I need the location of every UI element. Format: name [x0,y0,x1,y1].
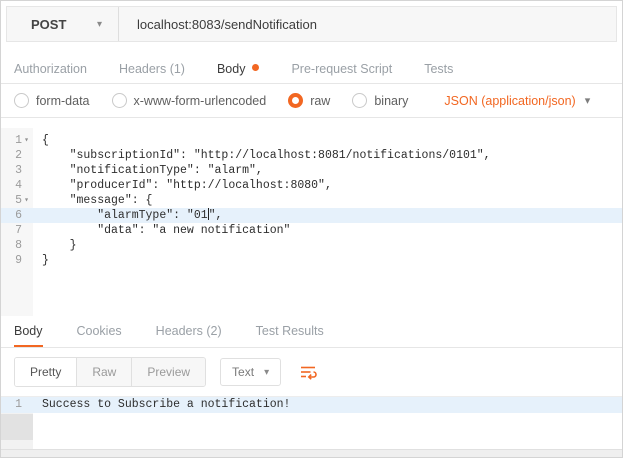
response-tabs: Body Cookies Headers (2) Test Results [1,316,622,348]
url-input[interactable]: localhost:8083/sendNotification [119,7,616,41]
method-label: POST [31,17,66,32]
line-number: 8 [15,238,22,253]
code-line[interactable]: 3 "notificationType": "alarm", [1,163,622,178]
response-body-viewer[interactable]: 1 Success to Subscribe a notification! [1,396,622,449]
view-mode-segment: Pretty Raw Preview [14,357,206,387]
request-tabs: Authorization Headers (1) Body Pre-reque… [1,54,622,84]
line-number: 4 [15,178,22,193]
response-line: 1 Success to Subscribe a notification! [1,397,622,413]
code-line[interactable]: 8 } [1,238,622,253]
code-text: "notificationType": "alarm", [33,163,263,178]
request-body-editor[interactable]: 1▾ { 2 "subscriptionId": "http://localho… [1,128,622,316]
code-line[interactable]: 4 "producerId": "http://localhost:8080", [1,178,622,193]
preview-button[interactable]: Preview [132,358,205,386]
tab-test-results[interactable]: Test Results [256,316,324,347]
body-tab-dot [252,64,259,71]
line-number: 6 [15,208,22,223]
chevron-down-icon: ▾ [97,19,102,30]
wrap-text-icon [299,363,317,381]
code-line[interactable]: 7 "data": "a new notification" [1,223,622,238]
radio-form-data[interactable]: form-data [14,93,90,108]
code-text: } [33,238,77,253]
code-text: "producerId": "http://localhost:8080", [33,178,332,193]
code-line[interactable]: 5▾ "message": { [1,193,622,208]
fold-caret-icon[interactable]: ▾ [22,133,31,148]
radio-raw[interactable]: raw [288,93,330,108]
chevron-down-icon: ▾ [264,367,269,378]
radio-selected-icon [288,93,303,108]
line-number: 1 [15,133,22,148]
response-text: Success to Subscribe a notification! [33,397,290,413]
method-select[interactable]: POST ▾ [7,7,119,41]
tab-tests[interactable]: Tests [424,62,453,76]
code-text: "message": { [33,193,152,208]
chevron-down-icon: ▾ [585,94,591,107]
radio-x-www-form-urlencoded[interactable]: x-www-form-urlencoded [112,93,267,108]
code-line[interactable]: 1▾ { [1,133,622,148]
tab-response-body[interactable]: Body [14,316,43,347]
app-window: POST ▾ localhost:8083/sendNotification A… [0,0,623,458]
raw-button[interactable]: Raw [77,358,132,386]
radio-icon [352,93,367,108]
code-text: "alarmType": "01", [33,208,222,223]
line-number: 5 [15,193,22,208]
request-url-bar: POST ▾ localhost:8083/sendNotification [6,6,617,42]
pretty-button[interactable]: Pretty [15,358,77,386]
line-number: 2 [15,148,22,163]
format-select[interactable]: Text ▾ [220,358,281,386]
code-text: "subscriptionId": "http://localhost:8081… [33,148,491,163]
code-text: { [33,133,49,148]
fold-caret-icon[interactable]: ▾ [22,193,31,208]
tab-headers[interactable]: Headers (1) [119,62,185,76]
tab-response-headers[interactable]: Headers (2) [156,316,222,347]
code-line[interactable]: 9 } [1,253,622,268]
code-text: "data": "a new notification" [33,223,290,238]
code-line[interactable]: 2 "subscriptionId": "http://localhost:80… [1,148,622,163]
radio-binary[interactable]: binary [352,93,408,108]
tab-pre-request-script[interactable]: Pre-request Script [291,62,392,76]
line-number: 1 [15,397,22,413]
horizontal-scrollbar[interactable] [1,449,622,457]
radio-icon [112,93,127,108]
tab-cookies[interactable]: Cookies [77,316,122,347]
body-mode-row: form-data x-www-form-urlencoded raw bina… [1,84,622,118]
tab-authorization[interactable]: Authorization [14,62,87,76]
response-toolbar: Pretty Raw Preview Text ▾ [1,348,622,396]
code-text: } [33,253,49,268]
tab-body[interactable]: Body [217,62,260,76]
radio-icon [14,93,29,108]
line-number: 9 [15,253,22,268]
content-type-select[interactable]: JSON (application/json) ▾ [444,94,590,108]
url-text: localhost:8083/sendNotification [137,17,317,32]
code-line-active[interactable]: 6 "alarmType": "01", [1,208,622,223]
line-number: 7 [15,223,22,238]
wrap-text-button[interactable] [295,359,321,385]
line-number: 3 [15,163,22,178]
